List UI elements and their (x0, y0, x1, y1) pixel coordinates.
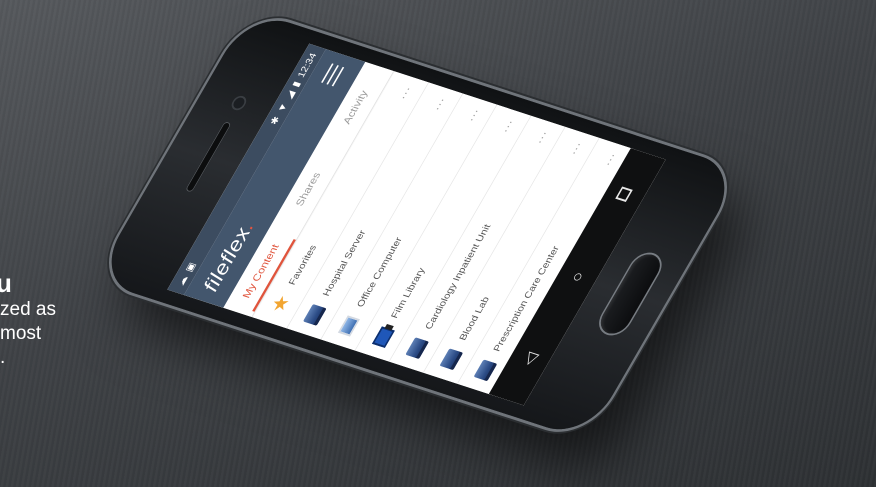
server-icon (403, 335, 432, 361)
smartphone: ☁ ▣ ✱ ▼ ◢ ▮ 12:34 fileflex. My Content S… (93, 9, 743, 441)
phone-wrapper: ☁ ▣ ✱ ▼ ◢ ▮ 12:34 fileflex. My Content S… (0, 0, 876, 487)
server-icon (300, 302, 329, 328)
battery-icon: ▮ (290, 80, 303, 89)
star-icon: ★ (265, 292, 295, 316)
server-icon (437, 346, 466, 372)
film-library-icon (369, 324, 398, 350)
physical-home-button[interactable] (594, 250, 666, 338)
bluetooth-icon: ✱ (268, 115, 283, 127)
front-camera (228, 94, 249, 112)
hamburger-menu-icon[interactable] (321, 63, 346, 87)
back-icon[interactable]: ◁ (512, 339, 548, 379)
server-icon (471, 357, 500, 383)
earpiece-speaker (184, 121, 232, 193)
card-icon: ▣ (183, 261, 199, 274)
wifi-icon: ▼ (275, 101, 291, 114)
home-icon[interactable]: ○ (559, 257, 595, 297)
computer-icon (335, 313, 364, 339)
signal-icon: ◢ (283, 89, 298, 101)
recents-icon[interactable] (607, 175, 643, 215)
